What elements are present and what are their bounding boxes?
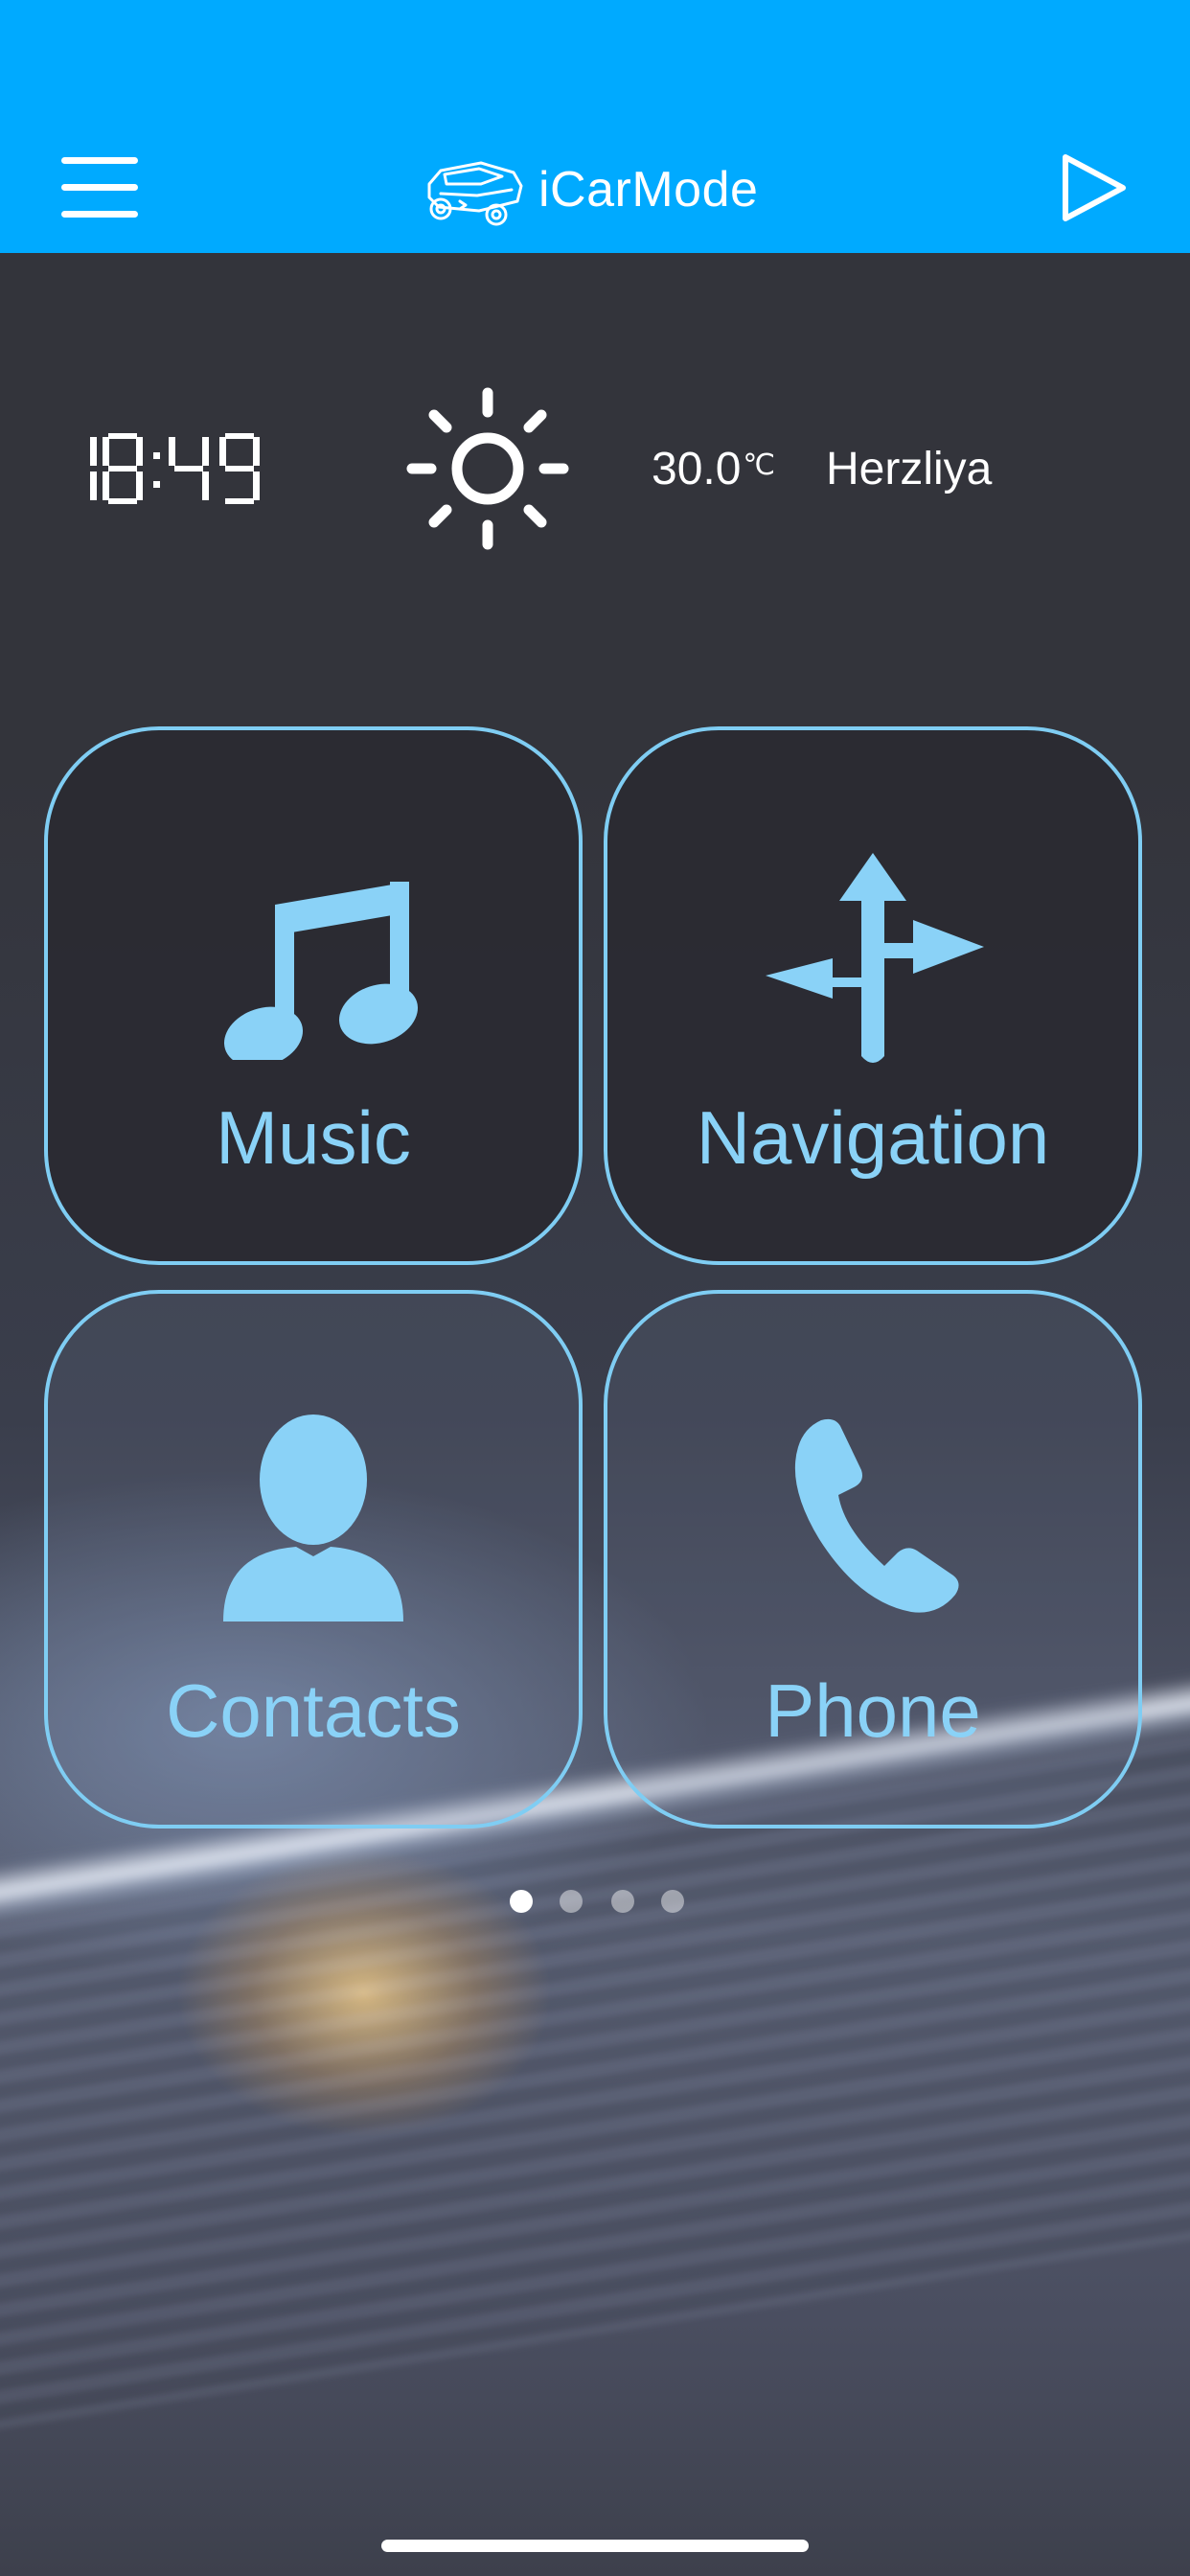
clock-display [90,433,260,504]
sun-icon [406,387,569,550]
phone-label: Phone [765,1668,981,1753]
contacts-tile[interactable]: Contacts [44,1290,583,1828]
phone-handset-icon [794,1418,959,1613]
navigation-tile[interactable]: Navigation [604,726,1142,1265]
temperature-readout: 30.0℃ [652,443,775,495]
music-label: Music [216,1095,411,1180]
page-dot-active[interactable] [510,1890,533,1913]
page-dot[interactable] [560,1890,583,1913]
app-header: iCarMode [0,0,1190,253]
music-tile[interactable]: Music [44,726,583,1265]
page-dot[interactable] [661,1890,684,1913]
background-wallpaper [0,0,1190,2576]
navigation-label: Navigation [696,1095,1050,1180]
menu-line [61,211,138,218]
app-title: iCarMode [538,162,759,218]
play-icon[interactable] [1058,151,1131,224]
music-note-icon [223,882,419,1060]
city-name: Herzliya [826,444,993,494]
app-brand: iCarMode [422,151,758,228]
contacts-label: Contacts [166,1668,461,1753]
temperature-unit: ℃ [743,449,776,481]
person-icon [223,1414,403,1622]
menu-line [61,157,138,164]
menu-line [61,184,138,191]
hamburger-menu-button[interactable] [61,157,142,218]
direction-arrows-icon [766,853,984,1063]
temperature-value: 30.0 [652,444,742,494]
phone-tile[interactable]: Phone [604,1290,1142,1828]
page-dot[interactable] [611,1890,634,1913]
car-logo-icon [427,161,523,226]
home-indicator[interactable] [381,2540,809,2552]
digital-time-18-49 [90,433,260,504]
